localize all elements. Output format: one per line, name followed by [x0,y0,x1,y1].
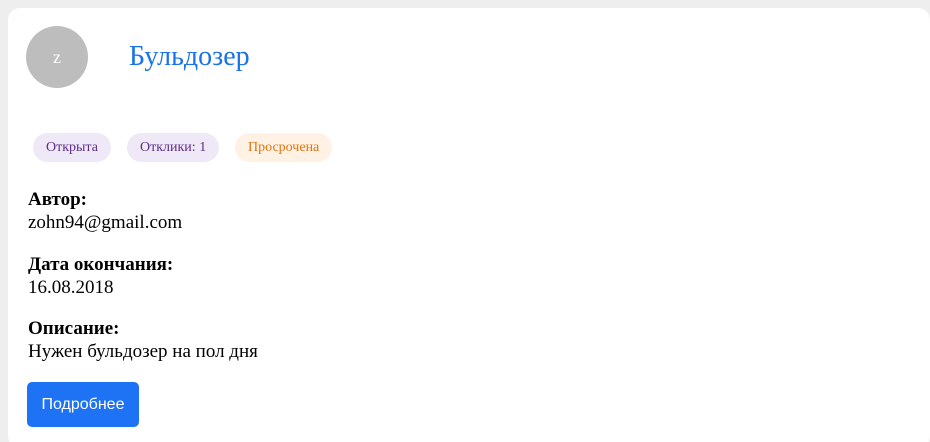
avatar: z [26,26,88,88]
card-title[interactable]: Бульдозер [129,39,250,75]
end-date-label: Дата окончания: [28,254,174,275]
author-value: zohn94@gmail.com [28,212,183,233]
author-label: Автор: [28,189,87,210]
order-card: z Бульдозер Открыта Отклики: 1 Просрочен… [8,8,930,442]
description-value: Нужен бульдозер на пол дня [28,341,258,362]
responses-chip: Отклики: 1 [127,133,220,162]
description-label: Описание: [28,318,120,339]
details-button[interactable]: Подробнее [27,382,139,427]
status-chip: Открыта [33,133,111,162]
overdue-chip: Просрочена [235,133,333,162]
end-date-value: 16.08.2018 [28,277,114,298]
